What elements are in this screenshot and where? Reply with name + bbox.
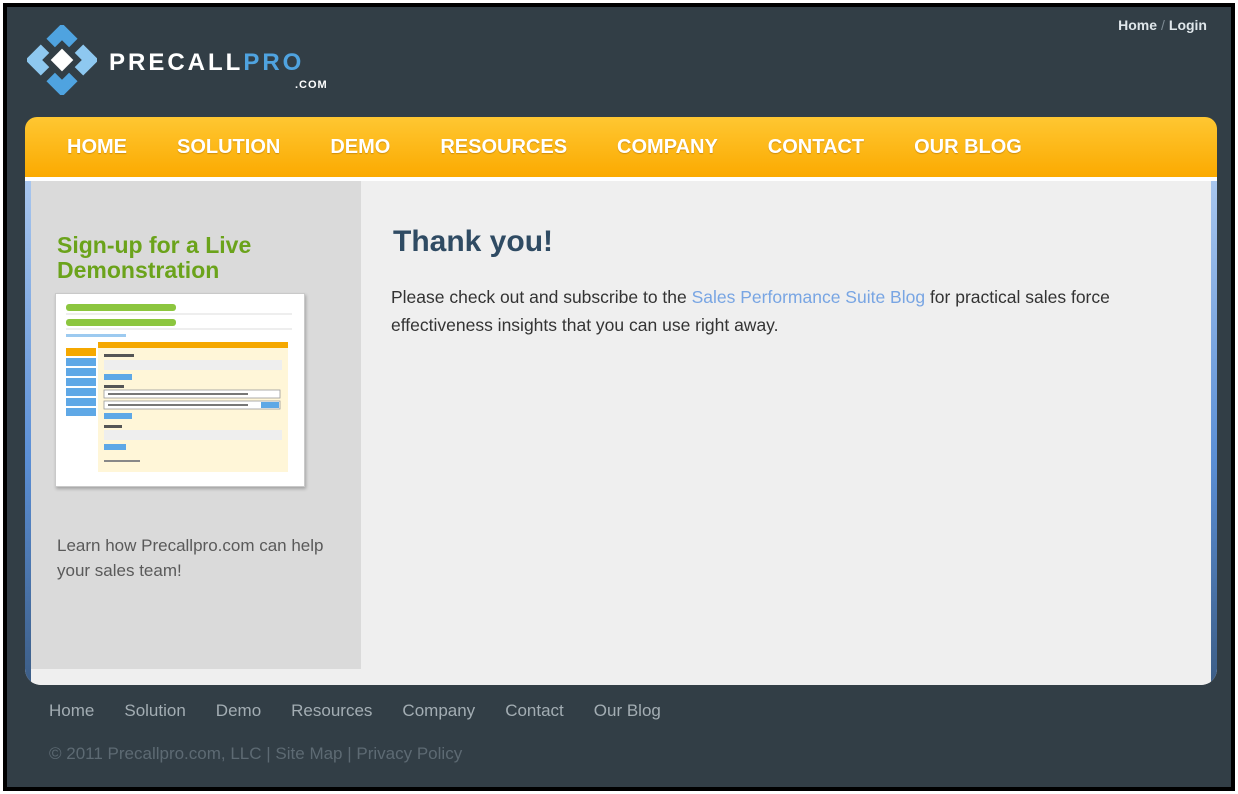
main-nav: HOME SOLUTION DEMO RESOURCES COMPANY CON… bbox=[25, 117, 1217, 177]
page-title: Thank you! bbox=[393, 225, 554, 258]
nav-item-home[interactable]: HOME bbox=[67, 136, 127, 159]
thank-you-message: Please check out and subscribe to the Sa… bbox=[391, 283, 1191, 339]
nav-item-solution[interactable]: SOLUTION bbox=[177, 136, 280, 159]
sidebar-title[interactable]: Sign-up for a Live Demonstration bbox=[57, 233, 317, 283]
privacy-policy-link[interactable]: Privacy Policy bbox=[356, 744, 462, 763]
copyright-divider-2: | bbox=[342, 744, 357, 763]
logo-word-main: PRECALL bbox=[109, 49, 244, 76]
footer-copyright: © 2011 Precallpro.com, LLC | Site Map | … bbox=[49, 744, 462, 764]
footer-link-demo[interactable]: Demo bbox=[216, 701, 261, 721]
copyright-text: © 2011 Precallpro.com, LLC bbox=[49, 744, 262, 763]
footer-link-home[interactable]: Home bbox=[49, 701, 94, 721]
site-map-link[interactable]: Site Map bbox=[275, 744, 342, 763]
logo-diamond-icon bbox=[27, 25, 97, 95]
demo-screenshot-image bbox=[56, 294, 304, 486]
nav-item-contact[interactable]: CONTACT bbox=[768, 136, 864, 159]
nav-item-demo[interactable]: DEMO bbox=[330, 136, 390, 159]
sidebar-description: Learn how Precallpro.com can help your s… bbox=[57, 536, 324, 580]
logo-wordmark: PRECALLPRO bbox=[109, 49, 304, 77]
sidebar: Sign-up for a Live Demonstration Learn h… bbox=[31, 181, 361, 669]
content-panel: Sign-up for a Live Demonstration Learn h… bbox=[25, 177, 1217, 685]
top-link-login[interactable]: Login bbox=[1169, 17, 1207, 33]
footer-link-solution[interactable]: Solution bbox=[124, 701, 185, 721]
footer-link-company[interactable]: Company bbox=[402, 701, 475, 721]
nav-item-resources[interactable]: RESOURCES bbox=[440, 136, 567, 159]
message-text-before: Please check out and subscribe to the bbox=[391, 287, 692, 307]
nav-item-company[interactable]: COMPANY bbox=[617, 136, 718, 159]
footer-link-resources[interactable]: Resources bbox=[291, 701, 372, 721]
top-links: Home / Login bbox=[1118, 17, 1207, 33]
main-content: Thank you! Please check out and subscrib… bbox=[361, 181, 1211, 685]
sidebar-bottom-strip bbox=[31, 669, 361, 685]
copyright-divider-1: | bbox=[261, 744, 276, 763]
blog-link[interactable]: Sales Performance Suite Blog bbox=[692, 287, 925, 307]
footer-link-contact[interactable]: Contact bbox=[505, 701, 564, 721]
page-frame: PRECALLPRO .COM Home / Login HOME SOLUTION… bbox=[3, 3, 1235, 791]
logo-domain: .COM bbox=[295, 79, 328, 91]
footer-nav: Home Solution Demo Resources Company Con… bbox=[49, 701, 691, 721]
top-link-separator: / bbox=[1161, 17, 1165, 33]
logo-word-accent: PRO bbox=[243, 49, 305, 76]
site-logo[interactable]: PRECALLPRO .COM bbox=[27, 25, 357, 101]
demo-screenshot-thumbnail[interactable] bbox=[55, 293, 305, 487]
footer-link-our-blog[interactable]: Our Blog bbox=[594, 701, 661, 721]
top-link-home[interactable]: Home bbox=[1118, 17, 1157, 33]
right-accent-stripe bbox=[1211, 181, 1217, 685]
nav-item-our-blog[interactable]: OUR BLOG bbox=[914, 136, 1022, 159]
